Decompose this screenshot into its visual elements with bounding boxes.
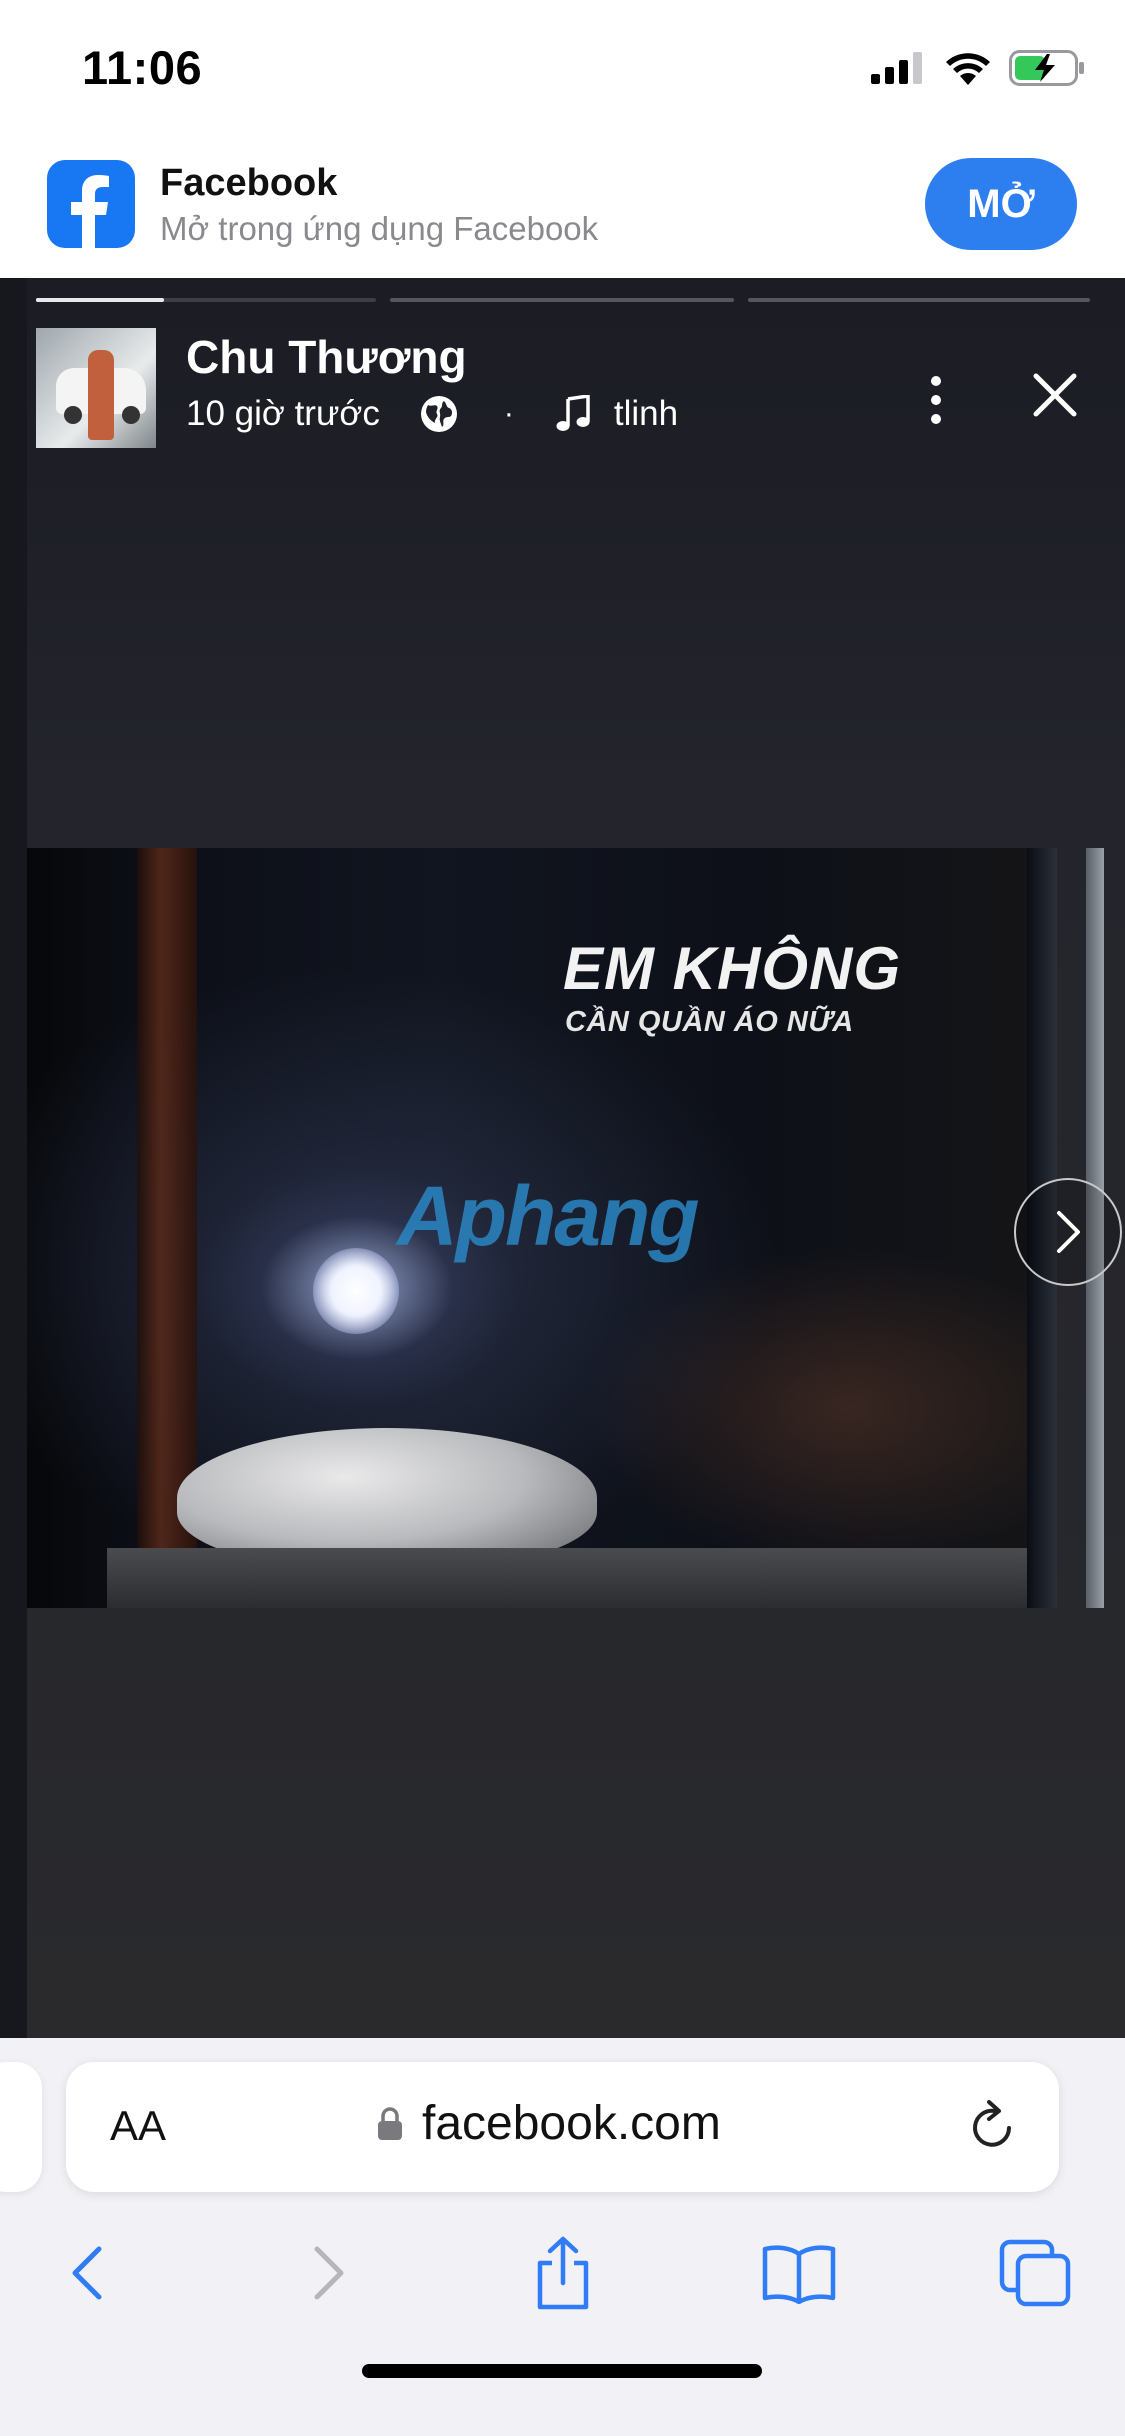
video-watermark-text: Aphang [397,1169,700,1263]
share-icon [537,2236,589,2310]
story-progress-active [36,298,164,302]
tabs-button[interactable] [980,2218,1090,2328]
music-title[interactable]: tlinh [614,394,678,434]
cellular-signal-icon [871,52,922,84]
close-icon[interactable] [1028,368,1082,422]
url-field[interactable]: facebook.com [376,2096,721,2151]
banner-subtitle: Mở trong ứng dụng Facebook [160,210,599,247]
back-button[interactable] [32,2218,142,2328]
reload-icon[interactable] [965,2096,1021,2156]
status-bar: 11:06 [0,0,1125,140]
more-icon[interactable] [912,370,960,430]
share-button[interactable] [508,2218,618,2328]
story-progress-segment [748,298,1090,302]
url-text: facebook.com [422,2097,721,2150]
story-progress-segment [390,298,734,302]
chevron-right-icon [1057,1211,1080,1253]
battery-charging-icon [1009,50,1084,86]
chevron-right-icon [314,2246,344,2300]
home-indicator [362,2364,762,2378]
status-time: 11:06 [82,41,203,94]
bookmarks-button[interactable] [744,2218,854,2328]
lock-icon [378,2106,402,2140]
previous-tab-peek[interactable] [0,2062,42,2192]
banner-app-name: Facebook [160,162,338,204]
forward-button[interactable] [274,2218,384,2328]
story-left-edge [0,278,27,2038]
video-watermark: Aphang [397,1168,700,1265]
globe-icon [420,395,458,433]
text-size-label: AA [110,2102,167,2149]
chevron-left-icon [72,2246,102,2300]
video-title: EM KHÔNG [563,935,901,1002]
tabs-icon [999,2239,1071,2307]
facebook-logo-icon [47,160,135,248]
author-avatar[interactable] [36,328,156,448]
smart-app-banner: Facebook Mở trong ứng dụng Facebook MỞ [0,140,1125,278]
book-icon [762,2245,836,2304]
address-bar[interactable]: AA facebook.com [66,2062,1059,2192]
status-icons [871,50,1085,86]
story-video[interactable]: EM KHÔNG CẦN QUẦN ÁO NỮA Aphang [27,848,1057,1608]
next-story-button[interactable] [1014,1178,1122,1286]
meta-separator: · [503,397,514,430]
story-meta: 10 giờ trước · tlinh [186,392,678,436]
story-time: 10 giờ trước [186,394,380,433]
open-in-app-button[interactable]: MỞ [925,158,1077,250]
text-size-button[interactable]: AA [110,2102,166,2150]
safari-toolbar [0,2218,1125,2328]
story-author-name[interactable]: Chu Thương [186,330,467,384]
video-subtitle: CẦN QUẦN ÁO NỮA [565,1006,854,1038]
safari-page: 11:06 Facebook Mở trong ứng dụng Faceboo… [0,0,1125,2436]
music-note-icon [556,395,590,433]
wifi-icon [946,53,990,85]
